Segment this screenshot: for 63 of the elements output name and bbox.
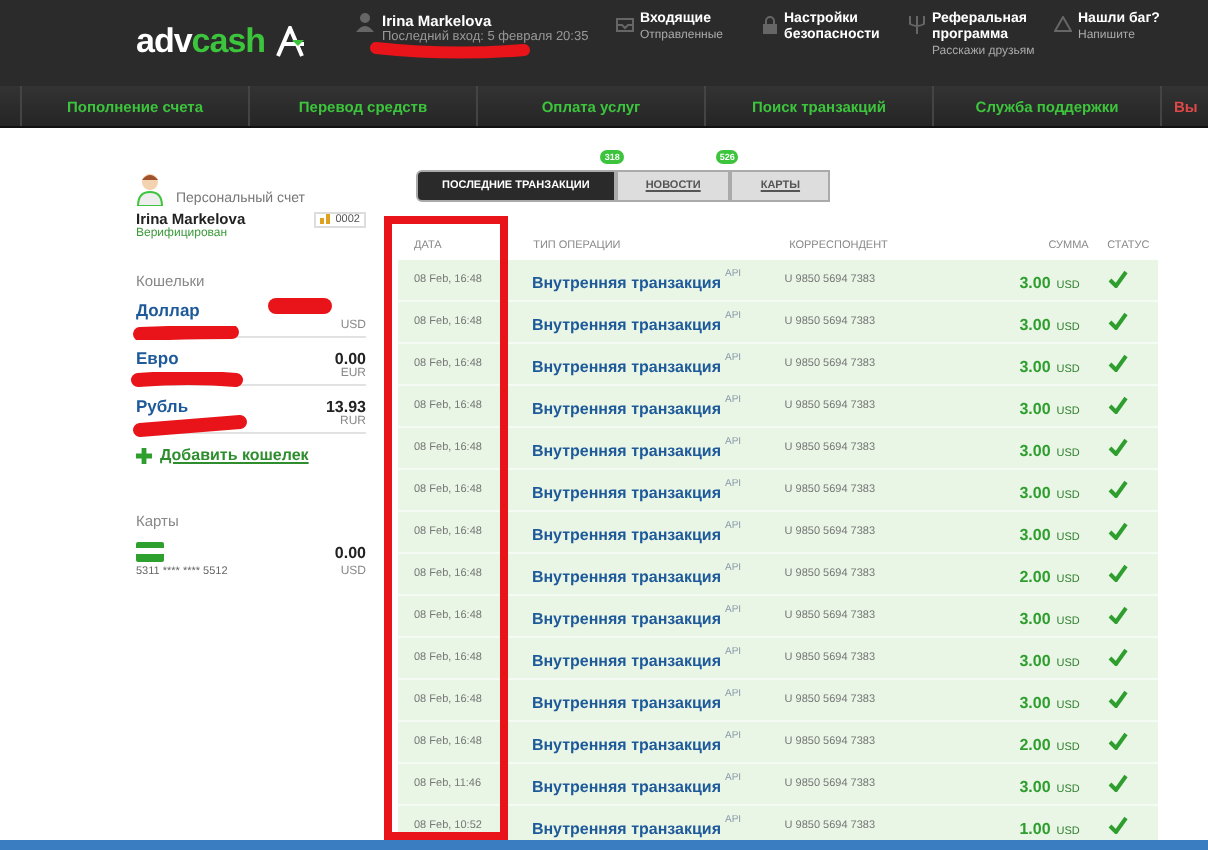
api-tag: API [724,519,742,532]
lock-icon [762,16,778,34]
api-tag: API [724,561,742,574]
redaction-mark [130,372,244,388]
trident-icon [908,16,926,34]
transaction-link[interactable]: Внутренняя транзакция [531,820,721,838]
api-tag: API [724,267,742,280]
amount-value: 2.00 [1019,736,1051,754]
transaction-link[interactable]: Внутренняя транзакция [531,484,721,502]
transaction-link[interactable]: Внутренняя транзакция [531,652,721,670]
wallet-link[interactable]: Доллар [136,300,200,320]
api-tag: API [724,435,742,448]
card-amount: 0.00 [334,543,366,561]
transaction-link[interactable]: Внутренняя транзакция [531,442,721,460]
api-tag: API [724,771,742,784]
api-tag: API [724,477,742,490]
amount-value: 3.00 [1019,358,1051,376]
amount-value: 3.00 [1019,652,1051,670]
amount-value: 3.00 [1019,400,1051,418]
amount-value: 3.00 [1019,694,1051,712]
api-tag: API [724,813,742,826]
api-tag: API [724,393,742,406]
transaction-link[interactable]: Внутренняя транзакция [531,400,721,418]
transaction-link[interactable]: Внутренняя транзакция [531,274,721,292]
person-icon [356,12,374,32]
card-icon [136,542,164,562]
wallet-link[interactable]: Рубль [136,396,189,416]
plus-icon [136,447,152,463]
warning-icon [1054,16,1072,32]
logo-text: advcash [136,22,266,62]
amount-value: 3.00 [1019,274,1051,292]
api-tag: API [724,351,742,364]
amount-value: 3.00 [1019,778,1051,796]
amount-value: 3.00 [1019,610,1051,628]
logo-icon [273,26,306,58]
wallet-amount: 0.00 [334,349,366,367]
wallet-link[interactable]: Евро [136,348,179,368]
wallet-amount: 13.93 [325,397,366,415]
transaction-link[interactable]: Внутренняя транзакция [531,736,721,754]
transaction-link[interactable]: Внутренняя транзакция [531,526,721,544]
transaction-link[interactable]: Внутренняя транзакция [531,610,721,628]
amount-value: 3.00 [1019,484,1051,502]
redaction-mark [268,298,332,314]
avatar-icon [136,172,164,206]
amount-value: 1.00 [1019,820,1051,838]
amount-value: 2.00 [1019,568,1051,586]
api-tag: API [724,729,742,742]
transaction-link[interactable]: Внутренняя транзакция [531,778,721,796]
redaction-mark [132,414,248,438]
amount-value: 3.00 [1019,316,1051,334]
transaction-link[interactable]: Внутренняя транзакция [531,568,721,586]
api-tag: API [724,687,742,700]
transaction-link[interactable]: Внутренняя транзакция [531,358,721,376]
amount-value: 3.00 [1019,526,1051,544]
redaction-mark [132,326,240,340]
api-tag: API [724,645,742,658]
inbox-icon [616,16,634,32]
transaction-link[interactable]: Внутренняя транзакция [531,694,721,712]
transaction-link[interactable]: Внутренняя транзакция [531,316,721,334]
amount-value: 3.00 [1019,442,1051,460]
api-tag: API [724,603,742,616]
api-tag: API [724,309,742,322]
add-wallet-link[interactable]: Добавить кошелек [160,446,309,464]
